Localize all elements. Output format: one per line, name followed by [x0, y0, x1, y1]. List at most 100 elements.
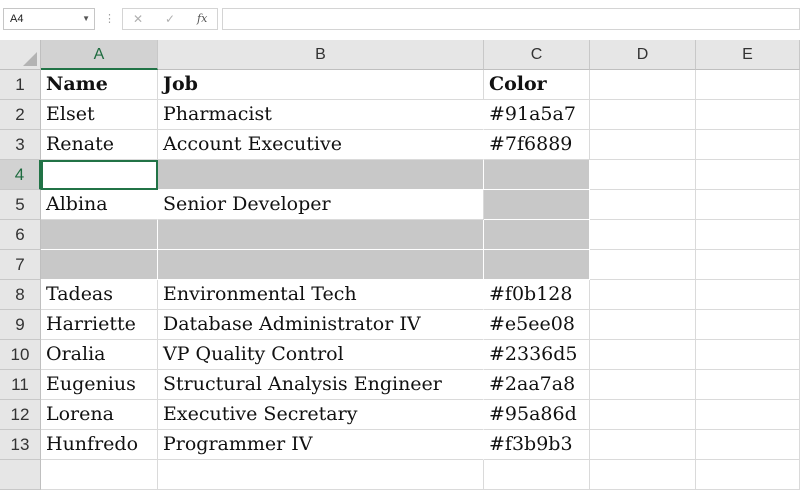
cell-d4[interactable] [590, 160, 696, 190]
cell-c6[interactable] [484, 220, 590, 250]
cell-b6[interactable] [158, 220, 484, 250]
cell-e9[interactable] [696, 310, 800, 340]
formula-buttons: ✕ ✓ fx [122, 8, 218, 30]
cell-e5[interactable] [696, 190, 800, 220]
spreadsheet-grid: ABCDE 1 2 3 4 5 6 7 8 9 10 11 12 13 Name Job Color Else… [0, 40, 800, 490]
cell-e6[interactable] [696, 220, 800, 250]
row-header-2[interactable]: 2 [0, 100, 41, 130]
cell-c4[interactable] [484, 160, 590, 190]
cell-a13[interactable]: Hunfredo [41, 430, 158, 460]
row-header-4[interactable]: 4 [0, 160, 41, 190]
row-header-10[interactable]: 10 [0, 340, 41, 370]
cell-d12[interactable] [590, 400, 696, 430]
cell-c10[interactable]: #2336d5 [484, 340, 590, 370]
cell-d7[interactable] [590, 250, 696, 280]
cell-d1[interactable] [590, 70, 696, 100]
formula-bar: A4 ▼ ⋮ ✕ ✓ fx [0, 0, 800, 40]
cell-e4[interactable] [696, 160, 800, 190]
cell-b5[interactable]: Senior Developer [158, 190, 484, 220]
formula-input[interactable] [222, 8, 800, 30]
cell-a9[interactable]: Harriette [41, 310, 158, 340]
cell-e13[interactable] [696, 430, 800, 460]
row-header-8[interactable]: 8 [0, 280, 41, 310]
cell-a2[interactable]: Elset [41, 100, 158, 130]
select-all-button[interactable] [0, 40, 41, 70]
cell-a1[interactable]: Name [41, 70, 158, 100]
cell-c2[interactable]: #91a5a7 [484, 100, 590, 130]
cell-a4[interactable] [41, 160, 158, 190]
row-header-3[interactable]: 3 [0, 130, 41, 160]
cell-b8[interactable]: Environmental Tech [158, 280, 484, 310]
cell-e7[interactable] [696, 250, 800, 280]
row-header-12[interactable]: 12 [0, 400, 41, 430]
cell-a7[interactable] [41, 250, 158, 280]
cell-d13[interactable] [590, 430, 696, 460]
cell-a6[interactable] [41, 220, 158, 250]
cell-d8[interactable] [590, 280, 696, 310]
cell-e8[interactable] [696, 280, 800, 310]
insert-function-icon[interactable]: fx [197, 11, 207, 27]
cell-b2[interactable]: Pharmacist [158, 100, 484, 130]
cell-c12[interactable]: #95a86d [484, 400, 590, 430]
cell-d2[interactable] [590, 100, 696, 130]
row-header-6[interactable]: 6 [0, 220, 41, 250]
cancel-icon[interactable]: ✕ [133, 11, 143, 27]
column-header-b[interactable]: B [158, 40, 484, 70]
column-header-a[interactable]: A [41, 40, 158, 70]
chevron-down-icon[interactable]: ▼ [82, 9, 90, 29]
cell-d6[interactable] [590, 220, 696, 250]
cell-a8[interactable]: Tadeas [41, 280, 158, 310]
more-options-icon: ⋮ [104, 13, 115, 25]
column-header-d[interactable]: D [590, 40, 696, 70]
enter-icon[interactable]: ✓ [165, 11, 175, 27]
cell-b12[interactable]: Executive Secretary [158, 400, 484, 430]
cell-a11[interactable]: Eugenius [41, 370, 158, 400]
cell-b9[interactable]: Database Administrator IV [158, 310, 484, 340]
cell-c7[interactable] [484, 250, 590, 280]
cell-d3[interactable] [590, 130, 696, 160]
row-header-7[interactable]: 7 [0, 250, 41, 280]
cell-a3[interactable]: Renate [41, 130, 158, 160]
cell-c3[interactable]: #7f6889 [484, 130, 590, 160]
row-header-9[interactable]: 9 [0, 310, 41, 340]
row-header-partial[interactable] [0, 460, 41, 490]
cell-b1[interactable]: Job [158, 70, 484, 100]
cell-e10[interactable] [696, 340, 800, 370]
cell-e12[interactable] [696, 400, 800, 430]
cell-partial[interactable] [158, 460, 484, 490]
cell-d11[interactable] [590, 370, 696, 400]
cell-b4[interactable] [158, 160, 484, 190]
column-header-c[interactable]: C [484, 40, 590, 70]
row-header-5[interactable]: 5 [0, 190, 41, 220]
cell-partial[interactable] [696, 460, 800, 490]
cell-c11[interactable]: #2aa7a8 [484, 370, 590, 400]
cell-a5[interactable]: Albina [41, 190, 158, 220]
cell-d10[interactable] [590, 340, 696, 370]
cell-partial[interactable] [484, 460, 590, 490]
cell-a10[interactable]: Oralia [41, 340, 158, 370]
cell-b7[interactable] [158, 250, 484, 280]
column-header-e[interactable]: E [696, 40, 800, 70]
cell-e11[interactable] [696, 370, 800, 400]
row-header-11[interactable]: 11 [0, 370, 41, 400]
cell-partial[interactable] [41, 460, 158, 490]
cell-partial[interactable] [590, 460, 696, 490]
cell-b10[interactable]: VP Quality Control [158, 340, 484, 370]
cell-b11[interactable]: Structural Analysis Engineer [158, 370, 484, 400]
cell-d5[interactable] [590, 190, 696, 220]
cell-c1[interactable]: Color [484, 70, 590, 100]
name-box[interactable]: A4 ▼ [3, 8, 95, 30]
cell-a12[interactable]: Lorena [41, 400, 158, 430]
cell-c5[interactable] [484, 190, 590, 220]
cell-c9[interactable]: #e5ee08 [484, 310, 590, 340]
cell-d9[interactable] [590, 310, 696, 340]
cell-b3[interactable]: Account Executive [158, 130, 484, 160]
row-header-13[interactable]: 13 [0, 430, 41, 460]
cell-e2[interactable] [696, 100, 800, 130]
cell-c8[interactable]: #f0b128 [484, 280, 590, 310]
cell-e1[interactable] [696, 70, 800, 100]
cell-c13[interactable]: #f3b9b3 [484, 430, 590, 460]
cell-b13[interactable]: Programmer IV [158, 430, 484, 460]
cell-e3[interactable] [696, 130, 800, 160]
row-header-1[interactable]: 1 [0, 70, 41, 100]
